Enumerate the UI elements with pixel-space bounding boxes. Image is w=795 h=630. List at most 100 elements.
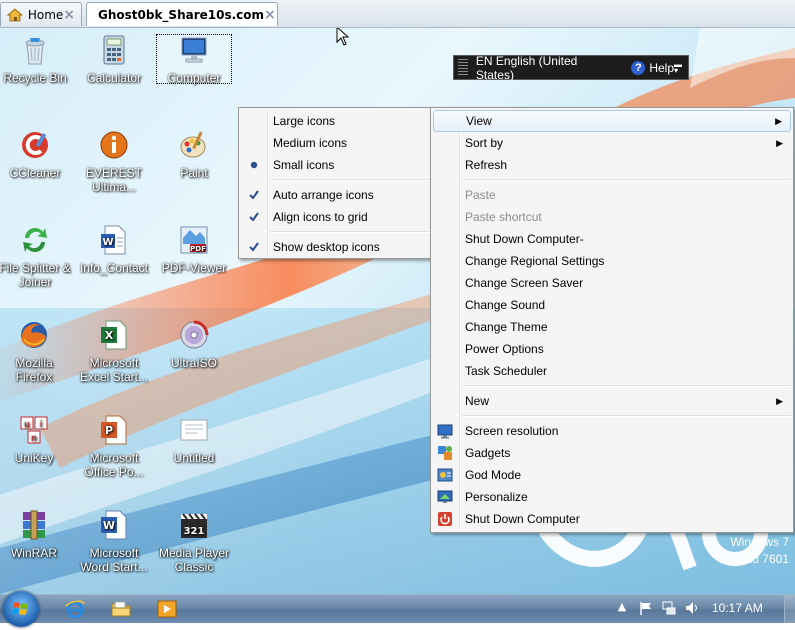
desktop-icon-computer[interactable]: Computer bbox=[156, 34, 232, 85]
tab-ghost[interactable]: Ghost0bk_Share10s.com × bbox=[86, 2, 278, 26]
menu-item-sort-by[interactable]: Sort by ▶ bbox=[433, 132, 791, 154]
desktop-icon-label: Recycle Bin bbox=[3, 71, 67, 85]
menu-item-label: Paste bbox=[465, 188, 496, 202]
menu-item-gadgets[interactable]: Gadgets bbox=[433, 442, 791, 464]
menu-item-small-icons[interactable]: Small icons bbox=[241, 154, 430, 176]
desktop-icon-firefox[interactable]: Mozilla Firefox bbox=[0, 319, 72, 384]
tab-home[interactable]: Home × bbox=[0, 2, 82, 26]
desktop-icon-label: Microsoft Office Po... bbox=[84, 451, 144, 479]
action-center-flag-icon[interactable] bbox=[638, 600, 654, 616]
volume-icon[interactable] bbox=[684, 600, 700, 616]
menu-item-label: Change Regional Settings bbox=[465, 254, 605, 268]
language-label[interactable]: EN English (United States) bbox=[476, 54, 618, 82]
desktop-icon-powerpoint[interactable]: P Microsoft Office Po... bbox=[76, 414, 152, 479]
desktop-icon-label: Untitled bbox=[173, 451, 215, 465]
desktop-icon-winrar[interactable]: WinRAR bbox=[0, 509, 72, 560]
word-icon: W bbox=[101, 510, 127, 540]
menu-item-shut-down-computer[interactable]: Shut Down Computer bbox=[433, 508, 791, 530]
menu-item-auto-arrange[interactable]: Auto arrange icons bbox=[241, 184, 430, 206]
desktop-icon-everest[interactable]: EVEREST Ultima... bbox=[76, 129, 152, 194]
menu-item-paste-shortcut[interactable]: Paste shortcut bbox=[433, 206, 791, 228]
menu-item-change-sound[interactable]: Change Sound bbox=[433, 294, 791, 316]
desktop-icon-label: UltraISO bbox=[170, 356, 217, 370]
submenu-arrow-icon: ▶ bbox=[776, 138, 783, 148]
desktop-icon-excel[interactable]: X Microsoft Excel Start... bbox=[76, 319, 152, 384]
show-hidden-icons[interactable]: ▲ bbox=[614, 600, 630, 616]
show-desktop-button[interactable] bbox=[784, 595, 795, 623]
document-icon bbox=[180, 419, 208, 441]
desktop-icon-pdf-viewer[interactable]: PDF PDF-Viewer bbox=[156, 224, 232, 275]
menu-item-align-grid[interactable]: Align icons to grid bbox=[241, 206, 430, 228]
svg-text:u: u bbox=[24, 420, 30, 430]
desktop-icon-media-player[interactable]: 321 Media Player Classic bbox=[156, 509, 232, 574]
menu-item-refresh[interactable]: Refresh bbox=[433, 154, 791, 176]
svg-text:W: W bbox=[103, 519, 115, 532]
menu-item-label: Gadgets bbox=[465, 446, 511, 460]
desktop-icon-info-contact[interactable]: W Info_Contact bbox=[76, 224, 152, 275]
menu-item-large-icons[interactable]: Large icons bbox=[241, 110, 430, 132]
menu-item-paste[interactable]: Paste bbox=[433, 184, 791, 206]
menu-item-task-scheduler[interactable]: Task Scheduler bbox=[433, 360, 791, 382]
desktop-icon-ccleaner[interactable]: CCleaner bbox=[0, 129, 73, 180]
menu-item-power-options[interactable]: Power Options bbox=[433, 338, 791, 360]
view-submenu: Large icons Medium icons Small icons Aut… bbox=[238, 107, 433, 259]
menu-item-change-theme[interactable]: Change Theme bbox=[433, 316, 791, 338]
menu-item-screen-resolution[interactable]: Screen resolution bbox=[433, 420, 791, 442]
menu-item-new[interactable]: New ▶ bbox=[433, 390, 791, 412]
menu-item-god-mode[interactable]: God Mode bbox=[433, 464, 791, 486]
menu-item-label: Personalize bbox=[465, 490, 528, 504]
close-icon[interactable]: × bbox=[264, 7, 276, 23]
minimize-icon[interactable]: ▬ ▾ bbox=[674, 60, 682, 74]
help-label[interactable]: Help bbox=[649, 61, 674, 75]
word-doc-icon: W bbox=[101, 225, 126, 255]
menu-item-label: Align icons to grid bbox=[273, 210, 368, 224]
browser-tab-bar: Home × Ghost0bk_Share10s.com × bbox=[0, 0, 795, 28]
god-mode-icon bbox=[437, 468, 453, 482]
desktop-icon-calculator[interactable]: Calculator bbox=[76, 34, 152, 85]
menu-item-show-desktop-icons[interactable]: Show desktop icons bbox=[241, 236, 430, 258]
grip-handle[interactable] bbox=[458, 59, 468, 76]
desktop-icon-label: PDF-Viewer bbox=[161, 261, 227, 275]
svg-text:321: 321 bbox=[184, 526, 205, 537]
firefox-icon bbox=[21, 322, 47, 348]
winrar-icon bbox=[23, 510, 45, 540]
menu-separator bbox=[270, 231, 430, 233]
desktop-icon-file-splitter[interactable]: File Splitter & Joiner bbox=[0, 224, 76, 289]
personalize-icon bbox=[437, 490, 453, 503]
menu-item-label: Refresh bbox=[465, 158, 508, 172]
unikey-icon: u i n bbox=[20, 416, 48, 444]
media-player-icon: 321 bbox=[181, 513, 207, 538]
checkmark-icon bbox=[249, 242, 259, 252]
desktop-icon-label: Mozilla Firefox bbox=[15, 356, 53, 384]
ccleaner-icon bbox=[22, 132, 48, 158]
mouse-cursor-icon bbox=[336, 28, 350, 46]
internet-explorer-icon[interactable] bbox=[64, 598, 86, 620]
tab-home-label: Home bbox=[27, 7, 64, 22]
language-bar[interactable]: EN English (United States) ? Help ▬ ▾ bbox=[453, 54, 689, 82]
menu-item-medium-icons[interactable]: Medium icons bbox=[241, 132, 430, 154]
desktop-icon-untitled[interactable]: Untitled bbox=[156, 414, 232, 465]
close-icon[interactable]: × bbox=[63, 7, 75, 23]
menu-item-personalize[interactable]: Personalize bbox=[433, 486, 791, 508]
help-icon[interactable]: ? bbox=[631, 60, 646, 75]
recycle-bin-icon bbox=[25, 38, 45, 65]
desktop-icon-label: Media Player Classic bbox=[158, 546, 230, 574]
desktop-icon-unikey[interactable]: u i n UniKey bbox=[0, 414, 72, 465]
desktop-icon-recycle-bin[interactable]: Recycle Bin bbox=[0, 34, 73, 85]
menu-item-label: Medium icons bbox=[273, 136, 348, 150]
explorer-folder-icon[interactable] bbox=[110, 598, 132, 620]
menu-item-change-regional-settings[interactable]: Change Regional Settings bbox=[433, 250, 791, 272]
menu-item-shut-down-computer-dash[interactable]: Shut Down Computer- bbox=[433, 228, 791, 250]
menu-item-label: Small icons bbox=[273, 158, 335, 172]
network-icon[interactable] bbox=[661, 600, 677, 616]
desktop-icon-label: WinRAR bbox=[10, 546, 57, 560]
menu-item-view[interactable]: View ▶ bbox=[433, 110, 791, 132]
desktop-icon-paint[interactable]: Paint bbox=[156, 129, 232, 180]
taskbar: ▲ 10:17 AM bbox=[0, 591, 795, 627]
media-player-icon[interactable] bbox=[156, 598, 178, 620]
menu-item-label: View bbox=[466, 114, 492, 128]
menu-item-change-screen-saver[interactable]: Change Screen Saver bbox=[433, 272, 791, 294]
taskbar-clock[interactable]: 10:17 AM bbox=[712, 601, 763, 615]
desktop-icon-word[interactable]: W Microsoft Word Start... bbox=[76, 509, 152, 574]
desktop-icon-ultraiso[interactable]: UltraISO bbox=[156, 319, 232, 370]
